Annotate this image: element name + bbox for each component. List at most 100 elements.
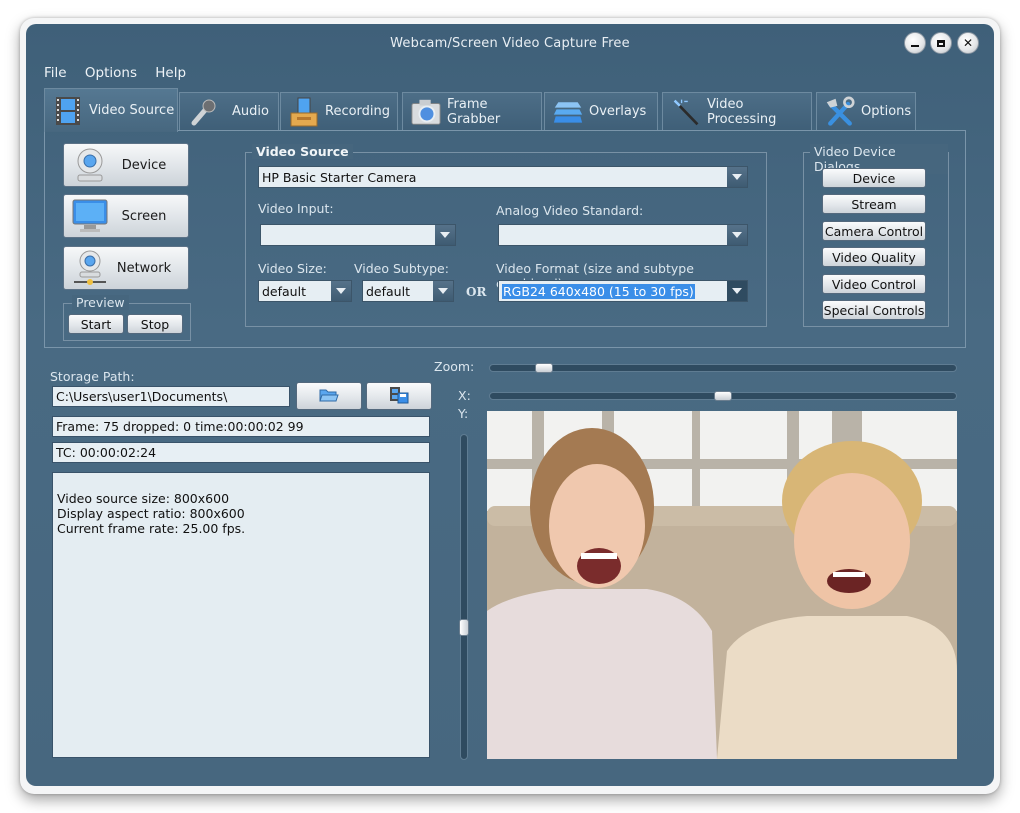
tab-label: Recording (325, 104, 391, 119)
dialog-stream-button[interactable]: Stream (822, 194, 926, 214)
storage-path-label: Storage Path: (50, 369, 135, 384)
network-webcam-icon (70, 249, 110, 287)
tab-recording[interactable]: Recording (280, 92, 398, 130)
tab-label: Video Processing (707, 96, 777, 127)
x-label: X: (458, 388, 471, 403)
info-line-aspect-ratio: Display aspect ratio: 800x600 (57, 506, 245, 521)
y-slider-thumb[interactable] (459, 619, 469, 636)
monitor-icon (70, 197, 110, 235)
layers-icon (553, 97, 583, 127)
button-label: Screen (121, 208, 167, 224)
film-save-icon (389, 386, 409, 407)
preview-group: Preview Start Stop (63, 295, 191, 341)
preview-label: Preview (72, 295, 129, 310)
video-source-group-label: Video Source (252, 144, 353, 159)
video-format-selected-text: RGB24 640x480 (15 to 30 fps) (502, 284, 695, 299)
analog-standard-label: Analog Video Standard: (496, 203, 644, 218)
magic-wand-icon (671, 97, 701, 127)
minimize-icon (911, 45, 919, 47)
minimize-button[interactable] (904, 32, 926, 54)
video-size-value: default (262, 284, 306, 299)
zoom-slider-thumb[interactable] (535, 363, 553, 373)
screen-source-button[interactable]: Screen (63, 194, 189, 238)
chevron-down-icon (727, 281, 747, 301)
film-tray-icon (289, 97, 319, 127)
tab-frame-grabber[interactable]: Frame Grabber (402, 92, 542, 130)
x-slider-thumb[interactable] (714, 391, 732, 401)
video-source-panel: Device Screen Network Preview Start Stop… (44, 130, 966, 348)
video-source-group: Video Source HP Basic Starter Camera Vid… (245, 144, 767, 327)
tab-label: Overlays (589, 104, 647, 119)
folder-open-icon (319, 387, 339, 406)
tools-icon (825, 96, 855, 127)
chevron-down-icon (331, 281, 351, 301)
video-input-select[interactable] (260, 224, 456, 246)
maximize-button[interactable] (930, 32, 952, 54)
app-window: Webcam/Screen Video Capture Free ✕ File … (26, 24, 994, 786)
button-label: Device (121, 157, 167, 173)
tab-video-source[interactable]: Video Source (44, 88, 178, 132)
camera-icon (411, 97, 441, 127)
preview-start-button[interactable]: Start (68, 314, 124, 334)
dialog-video-control-button[interactable]: Video Control (822, 274, 926, 294)
y-label: Y: (458, 406, 469, 421)
close-icon: ✕ (962, 36, 974, 50)
dialog-video-quality-button[interactable]: Video Quality (822, 247, 926, 267)
video-format-value: RGB24 640x480 (15 to 30 fps) (502, 284, 695, 299)
device-source-button[interactable]: Device (63, 143, 189, 187)
zoom-slider[interactable] (489, 363, 957, 373)
video-input-label: Video Input: (258, 201, 334, 216)
video-size-select[interactable]: default (258, 280, 352, 302)
tab-label: Video Source (89, 103, 175, 118)
zoom-label: Zoom: (434, 359, 475, 374)
storage-path-input[interactable]: C:\Users\user1\Documents\ (52, 386, 290, 407)
video-subtype-select[interactable]: default (362, 280, 454, 302)
device-select[interactable]: HP Basic Starter Camera (258, 166, 748, 188)
menu-bar: File Options Help (44, 65, 200, 81)
video-subtype-value: default (366, 284, 410, 299)
timecode-field: TC: 00:00:02:24 (52, 442, 430, 463)
tab-label: Frame Grabber (447, 96, 501, 127)
menu-help[interactable]: Help (155, 65, 186, 81)
video-device-dialogs-group: Video Device Dialogs Device Stream Camer… (803, 144, 949, 327)
preview-stop-button[interactable]: Stop (127, 314, 183, 334)
maximize-icon (937, 39, 945, 47)
tab-options[interactable]: Options (816, 92, 916, 130)
browse-folder-button[interactable] (296, 382, 362, 410)
video-info-panel: Video source size: 800x600 Display aspec… (52, 472, 430, 758)
chevron-down-icon (727, 225, 747, 245)
video-preview (487, 411, 957, 759)
tab-overlays[interactable]: Overlays (544, 92, 658, 130)
menu-options[interactable]: Options (85, 65, 137, 81)
tab-video-processing[interactable]: Video Processing (662, 92, 812, 130)
chevron-down-icon (435, 225, 455, 245)
info-line-source-size: Video source size: 800x600 (57, 491, 230, 506)
y-slider[interactable] (459, 434, 469, 760)
dialog-device-button[interactable]: Device (822, 168, 926, 188)
chevron-down-icon (433, 281, 453, 301)
tab-label: Audio (232, 104, 269, 119)
microphone-icon (188, 97, 218, 127)
dialog-camera-control-button[interactable]: Camera Control (822, 221, 926, 241)
video-format-select[interactable]: RGB24 640x480 (15 to 30 fps) (498, 280, 748, 302)
tab-label: Options (861, 104, 912, 119)
or-label: OR (466, 285, 487, 299)
preview-frame-image (487, 411, 957, 759)
frame-status-field: Frame: 75 dropped: 0 time:00:00:02 99 (52, 416, 430, 437)
webcam-icon (70, 146, 110, 184)
chevron-down-icon (727, 167, 747, 187)
tab-audio[interactable]: Audio (179, 92, 279, 130)
window-title: Webcam/Screen Video Capture Free (390, 36, 630, 51)
button-label: Network (116, 260, 172, 276)
menu-file[interactable]: File (44, 65, 67, 81)
dialog-special-controls-button[interactable]: Special Controls (822, 300, 926, 320)
close-button[interactable]: ✕ (957, 32, 979, 54)
analog-standard-select[interactable] (498, 224, 748, 246)
device-select-value: HP Basic Starter Camera (262, 170, 417, 185)
save-settings-button[interactable] (366, 382, 432, 410)
x-slider[interactable] (489, 391, 957, 401)
network-source-button[interactable]: Network (63, 246, 189, 290)
video-subtype-label: Video Subtype: (354, 261, 449, 276)
video-size-label: Video Size: (258, 261, 327, 276)
film-strip-icon (53, 96, 83, 126)
